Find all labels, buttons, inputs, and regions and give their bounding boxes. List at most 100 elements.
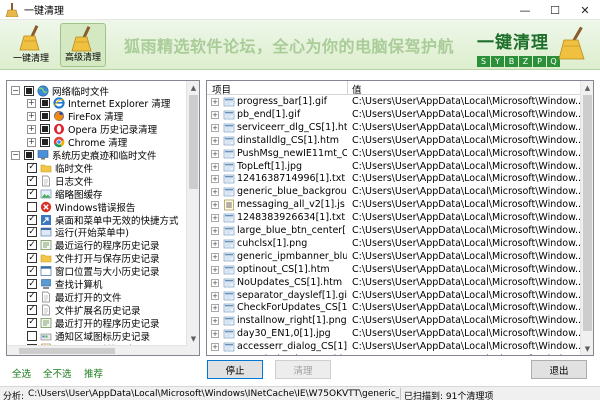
tree-item[interactable]: − 网络临时文件 xyxy=(11,84,109,98)
tree-item[interactable]: 运行(开始菜单中) xyxy=(27,226,129,239)
tree-item-checkbox[interactable] xyxy=(27,279,37,289)
tree-vertical-scrollbar[interactable]: ▲ ▼ xyxy=(186,81,199,355)
exit-button[interactable]: 退出 xyxy=(531,360,587,379)
expand-icon[interactable]: + xyxy=(211,252,219,261)
list-item[interactable]: + cuhclsx[1].png C:\Users\User\AppData\Loc… xyxy=(207,237,580,251)
expand-icon[interactable]: + xyxy=(27,111,36,121)
expand-icon[interactable]: + xyxy=(211,136,219,145)
list-item[interactable]: + serviceerr_dlg_CS[1].htm C:\Users\User\A… xyxy=(207,121,580,135)
list-item[interactable]: + TopLeft[1].jpg C:\Users\User\AppData\Loc… xyxy=(207,160,580,174)
expand-icon[interactable]: + xyxy=(211,201,219,210)
minimize-button[interactable]: — xyxy=(510,0,540,20)
expand-icon[interactable]: + xyxy=(211,175,219,184)
tree-item-checkbox[interactable] xyxy=(27,317,37,328)
expand-icon[interactable]: + xyxy=(211,330,219,339)
column-divider[interactable] xyxy=(347,81,348,95)
tree-item[interactable]: 最近运行的程序历史记录 xyxy=(27,239,160,252)
tree-item[interactable]: 文件扩展名历史记录 xyxy=(27,303,141,317)
category-tree[interactable]: − 网络临时文件 + Internet Explorer 清理 + FireFox 清理 +… xyxy=(6,80,200,356)
tree-item[interactable]: 查找计算机 xyxy=(27,278,103,291)
tree-item[interactable]: + Internet Explorer 清理 xyxy=(27,97,170,110)
tree-item-checkbox[interactable] xyxy=(27,214,37,225)
tree-item-checkbox[interactable] xyxy=(27,240,37,251)
list-vertical-scrollbar[interactable]: ▲ ▼ xyxy=(580,81,593,355)
tree-item-checkbox[interactable] xyxy=(40,98,50,109)
column-header-item[interactable]: 项目 xyxy=(212,82,231,96)
tab-advanced-clean[interactable]: 高级清理 xyxy=(60,23,106,67)
expand-icon[interactable]: + xyxy=(211,227,219,235)
tree-item-checkbox[interactable] xyxy=(40,111,50,122)
expand-icon[interactable]: + xyxy=(211,317,219,326)
tree-item-checkbox[interactable] xyxy=(27,330,37,341)
expand-icon[interactable]: + xyxy=(27,98,36,108)
tree-item[interactable]: 最近打开的文件 xyxy=(27,290,122,304)
close-button[interactable]: ✕ xyxy=(570,0,600,20)
tree-item-checkbox[interactable] xyxy=(27,227,37,238)
tree-item-checkbox[interactable] xyxy=(40,124,50,135)
list-item[interactable]: + CheckForUpdates_CS[1]... C:\Users\User\A… xyxy=(207,301,580,315)
expand-icon[interactable]: + xyxy=(211,343,219,352)
scroll-up-icon[interactable]: ▲ xyxy=(187,81,199,94)
tree-item-checkbox[interactable] xyxy=(27,253,37,264)
tree-item-checkbox[interactable] xyxy=(24,85,34,96)
tab-quick-clean[interactable]: 一键清理 xyxy=(8,23,54,67)
column-header-value[interactable]: 值 xyxy=(352,82,362,96)
tree-item[interactable]: Windows错误报告 xyxy=(27,200,135,214)
tree-item-checkbox[interactable] xyxy=(27,201,37,212)
tree-item-checkbox[interactable] xyxy=(24,150,34,160)
tree-horizontal-scrollbar[interactable] xyxy=(7,345,187,355)
list-item[interactable]: + generic_blue_backgrou... C:\Users\User\A… xyxy=(207,185,580,199)
tree-item[interactable]: 缩略图缓存 xyxy=(27,187,103,201)
scroll-thumb[interactable] xyxy=(583,95,592,331)
tree-item[interactable]: − 系统历史痕迹和临时文件 xyxy=(11,149,157,162)
list-item[interactable]: + generic_ipmbanner_blu... C:\Users\User\A… xyxy=(207,250,580,264)
expand-icon[interactable]: + xyxy=(211,188,219,197)
tree-item-checkbox[interactable] xyxy=(27,304,37,315)
expand-icon[interactable]: + xyxy=(211,98,219,106)
expand-icon[interactable]: + xyxy=(211,278,219,287)
expand-icon[interactable]: + xyxy=(27,124,36,134)
list-item[interactable]: +generic_ipmbanner_blue...C:\Users\User\… xyxy=(207,353,580,355)
stop-button[interactable]: 停止 xyxy=(207,360,263,379)
list-item[interactable]: + NoUpdates_CS[1].htm C:\Users\User\AppDat… xyxy=(207,276,580,290)
expand-icon[interactable]: + xyxy=(211,304,219,313)
tree-item[interactable]: 通知区域图标历史记录 xyxy=(27,329,150,343)
scroll-thumb[interactable] xyxy=(189,95,198,189)
tree-item[interactable]: + FireFox 清理 xyxy=(27,110,123,123)
tree-item-checkbox[interactable] xyxy=(27,291,37,302)
list-item[interactable]: + accesserr_dialog_CS[1].... C:\Users\User… xyxy=(207,340,580,354)
tree-item[interactable]: + Chrome 清理 xyxy=(27,136,127,149)
list-item[interactable]: +1248383926634[1].txt C:\Users\User\AppDa… xyxy=(207,211,580,225)
expand-icon[interactable]: + xyxy=(211,239,219,248)
tree-item-checkbox[interactable] xyxy=(27,266,37,277)
recommended-link[interactable]: 推荐 xyxy=(84,366,103,380)
list-item[interactable]: + messaging_all_v2[1].js C:\Users\User\App… xyxy=(207,198,580,212)
tree-item[interactable]: 临时文件 xyxy=(27,161,93,175)
list-item[interactable]: + installnow_right[1].png C:\Users\User\Ap… xyxy=(207,314,580,328)
list-item[interactable]: +1241638714996[1].txt C:\Users\User\AppDa… xyxy=(207,172,580,186)
tree-item[interactable]: 日志文件 xyxy=(27,174,93,188)
tree-item-checkbox[interactable] xyxy=(27,162,37,173)
tree-item-checkbox[interactable] xyxy=(40,137,50,148)
list-item[interactable]: + dinstalldlg_CS[1].htm C:\Users\User\AppD… xyxy=(207,134,580,148)
tree-item-checkbox[interactable] xyxy=(27,175,37,186)
tree-item[interactable]: 桌面和菜单中无效的快捷方式 xyxy=(27,213,179,227)
collapse-icon[interactable]: − xyxy=(11,150,20,160)
list-item[interactable]: + PushMsg_newIE11mt_C... C:\Users\User\App… xyxy=(207,147,580,161)
scroll-up-icon[interactable]: ▲ xyxy=(581,81,593,94)
list-item[interactable]: + large_blue_btn_center[1... C:\Users\User… xyxy=(207,224,580,238)
expand-icon[interactable]: + xyxy=(211,214,219,223)
collapse-icon[interactable]: − xyxy=(11,86,20,95)
maximize-button[interactable]: ☐ xyxy=(540,0,570,20)
scroll-down-icon[interactable]: ▼ xyxy=(581,342,593,355)
expand-icon[interactable]: + xyxy=(211,123,219,132)
list-item[interactable]: + progress_bar[1].gif C:\Users\User\AppDat… xyxy=(207,95,580,109)
tree-item[interactable]: 窗口位置与大小历史记录 xyxy=(27,265,160,278)
expand-icon[interactable]: + xyxy=(211,110,219,119)
expand-icon[interactable]: + xyxy=(211,162,219,171)
expand-icon[interactable]: + xyxy=(27,137,36,147)
list-item[interactable]: + day30_EN1,0[1].jpg C:\Users\User\AppData… xyxy=(207,327,580,341)
select-all-link[interactable]: 全选 xyxy=(12,366,31,380)
tree-item[interactable]: 文件打开与保存历史记录 xyxy=(27,252,160,265)
select-none-link[interactable]: 全不选 xyxy=(43,366,72,380)
